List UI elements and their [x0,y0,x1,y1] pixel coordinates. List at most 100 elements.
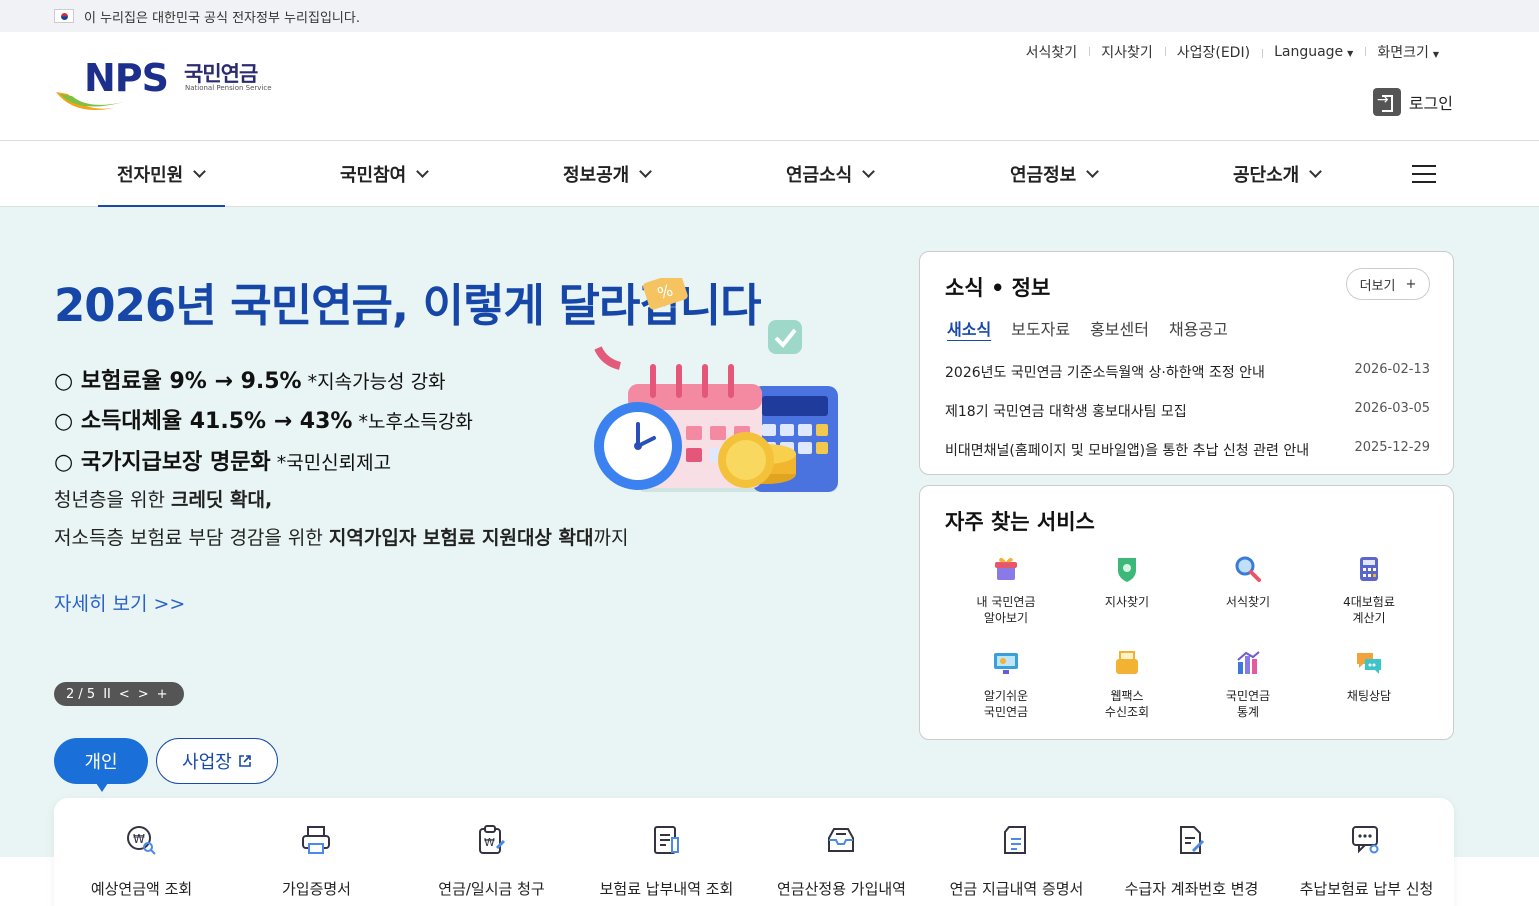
util-language-dropdown[interactable]: Language ▼ [1262,44,1365,60]
printer-icon [302,826,330,854]
slide-pager: 2 / 5 II < > + [54,682,184,706]
tab-new-news[interactable]: 새소식 [947,316,991,340]
chevron-down-icon [1086,164,1100,178]
hero-sub-text: 청년층을 위한 [54,489,171,511]
service-item[interactable]: 국민연금 통계 [1198,648,1298,720]
quick-item-label: 수급자 계좌번호 변경 [1124,880,1259,898]
nav-participation[interactable]: 국민참여 [340,141,430,207]
hero-point-note: *지속가능성 강화 [301,371,446,393]
news-panel: 소식 • 정보 더보기 + 새소식 보도자료 홍보센터 채용공고 2026년도 국… [919,251,1454,475]
hero-point-main: ○ 국가지급보장 명문화 [54,450,271,475]
next-arrow-icon[interactable]: > [138,687,149,702]
service-item[interactable]: 내 국민연금 알아보기 [956,554,1056,626]
news-tabs: 새소식 보도자료 홍보센터 채용공고 [947,316,1228,340]
nav-label: 정보공개 [563,165,630,186]
site-header: NPS 국민연금 National Pension Service 서식찾기 지… [0,32,1539,141]
service-item[interactable]: 채팅상담 [1319,648,1419,704]
news-item[interactable]: 비대면채널(홈페이지 및 모바일앱)을 통한 추납 신청 관련 안내 2025-1… [945,440,1430,460]
login-button[interactable]: 로그인 [1372,88,1453,116]
quick-item-label: 예상연금액 조회 [90,880,193,898]
calendar-calculator-illustration: % [594,278,838,492]
nav-disclosure[interactable]: 정보공개 [563,141,653,207]
hero-sub-text: 저소득층 보험료 부담 경감을 위한 [54,527,329,549]
quick-item-label: 보험료 납부내역 조회 [599,880,734,898]
gov-banner: 이 누리집은 대한민국 공식 전자정부 누리집입니다. [0,0,1539,32]
nav-label: 공단소개 [1233,165,1300,186]
news-item-date: 2025-12-29 [1354,440,1430,455]
document-edit-icon [1180,826,1205,854]
chevron-down-icon [639,164,653,178]
hero-sub-text: 까지 [593,527,629,549]
chevron-down-icon [862,164,876,178]
nav-about[interactable]: 공단소개 [1233,141,1323,207]
login-icon [1372,88,1401,116]
news-item[interactable]: 2026년도 국민연금 기준소득월액 상·하한액 조정 안내 2026-02-13 [945,362,1430,382]
service-label: 지사찾기 [1104,595,1150,609]
util-screen-size-dropdown[interactable]: 화면크기 ▼ [1365,42,1451,62]
hero-point-note: *노후소득강화 [352,411,473,433]
tab-pr-center[interactable]: 홍보센터 [1090,316,1149,340]
service-item[interactable]: 알기쉬운 국민연금 [956,648,1056,720]
service-item[interactable]: 웹팩스 수신조회 [1077,648,1177,720]
tab-recruit[interactable]: 채용공고 [1169,316,1228,340]
tab-press[interactable]: 보도자료 [1011,316,1070,340]
util-edi-link[interactable]: 사업장(EDI) [1164,42,1262,62]
nps-logo[interactable]: NPS 국민연금 National Pension Service [54,54,284,116]
korea-flag-icon [54,9,74,23]
service-item[interactable]: 지사찾기 [1077,554,1177,610]
hero-point-1: ○ 보험료율 9% → 9.5% *지속가능성 강화 [54,363,446,395]
certificate-icon [1004,826,1026,854]
nav-label: 연금정보 [1010,165,1077,186]
document-list-icon [654,826,679,854]
nav-label: 국민참여 [340,165,407,186]
svg-text:₩: ₩ [484,836,495,849]
slide-page-indicator: 2 / 5 [66,686,96,702]
hero-point-main: ○ 보험료율 9% → 9.5% [54,369,302,394]
util-branch-link[interactable]: 지사찾기 [1089,42,1165,62]
nav-news[interactable]: 연금소식 [786,141,876,207]
plus-icon: + [1405,276,1417,292]
news-more-button[interactable]: 더보기 + [1346,268,1430,300]
service-label: 내 국민연금 알아보기 [976,595,1036,625]
news-item[interactable]: 제18기 국민연금 대학생 홍보대사팀 모집 2026-03-05 [945,401,1430,421]
quick-item-label: 연금산정용 가입내역 [777,880,906,898]
quick-menu: ₩ 예상연금액 조회 가입증명서 ₩ 연금/일시금 청구 보험료 납부내역 조회… [54,798,1454,906]
hero-more-link[interactable]: 자세히 보기 >> [54,589,185,616]
caret-down-icon: ▼ [1432,50,1439,59]
nav-label: 전자민원 [117,165,184,186]
hamburger-menu-icon[interactable] [1412,165,1436,183]
service-label: 웹팩스 수신조회 [1104,689,1150,719]
tab-personal[interactable]: 개인 [54,738,148,792]
pause-icon[interactable]: II [103,687,111,702]
fax-icon [1116,651,1138,674]
hero-point-2: ○ 소득대체율 41.5% → 43% *노후소득강화 [54,403,473,435]
calculator-icon [1360,557,1378,581]
nav-label: 연금소식 [786,165,853,186]
service-item[interactable]: 4대보험료 계산기 [1319,554,1419,626]
tab-business[interactable]: 사업장 [156,738,278,784]
nav-pension-info[interactable]: 연금정보 [1010,141,1100,207]
inbox-icon [828,828,854,852]
prev-arrow-icon[interactable]: < [119,687,130,702]
gift-icon [995,557,1017,580]
nav-e-civil[interactable]: 전자민원 [97,141,226,208]
tab-label: 개인 [84,752,118,773]
plus-icon[interactable]: + [157,687,168,702]
hero-sub-1: 청년층을 위한 크레딧 확대, [54,485,272,512]
util-forms-link[interactable]: 서식찾기 [1014,42,1090,62]
news-item-title: 비대면채널(홈페이지 및 모바일앱)을 통한 추납 신청 관련 안내 [945,443,1310,459]
service-label: 서식찾기 [1225,595,1271,609]
gov-banner-text: 이 누리집은 대한민국 공식 전자정부 누리집입니다. [84,10,360,26]
news-item-date: 2026-03-05 [1354,401,1430,416]
clipboard-won-icon: ₩ [479,825,506,854]
more-label: 더보기 [1359,278,1396,294]
service-label: 알기쉬운 국민연금 [983,689,1029,719]
hero-point-main: ○ 소득대체율 41.5% → 43% [54,409,353,434]
caret-down-icon: ▼ [1347,49,1354,58]
logo-name-en: National Pension Service [185,84,272,92]
location-shield-icon [1118,558,1136,582]
monitor-icon [994,653,1018,674]
svg-text:₩: ₩ [133,832,145,846]
service-item[interactable]: 서식찾기 [1198,554,1298,610]
chat-bubbles-icon [1357,653,1381,674]
